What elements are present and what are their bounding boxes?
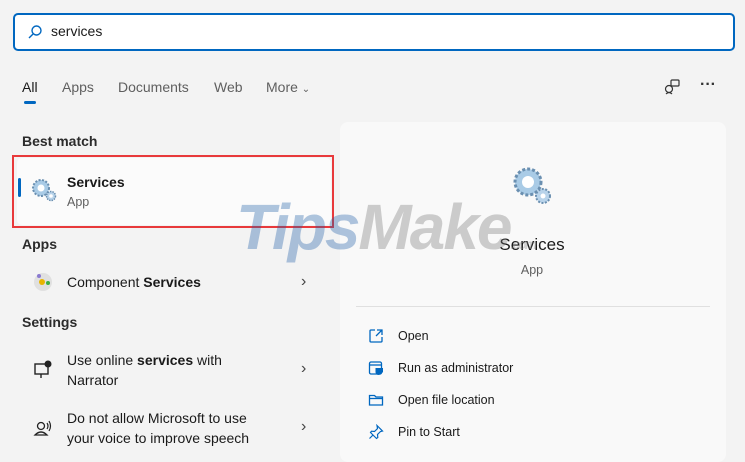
- feedback-icon[interactable]: [664, 78, 681, 95]
- component-services-icon: [34, 273, 52, 291]
- label-line2: your voice to improve speech: [67, 430, 250, 446]
- detail-panel: Services App Open Run as administrator O…: [340, 122, 726, 462]
- tab-all[interactable]: All: [22, 79, 38, 95]
- search-box[interactable]: [13, 13, 735, 51]
- tab-apps[interactable]: Apps: [62, 79, 94, 95]
- more-options-icon[interactable]: ···: [700, 76, 716, 94]
- label-post: with: [193, 352, 222, 368]
- action-label: Run as administrator: [398, 361, 514, 375]
- settings-heading: Settings: [22, 314, 78, 330]
- services-gear-icon: [513, 167, 551, 204]
- admin-shield-icon: [368, 361, 383, 375]
- highlight-box: [12, 155, 334, 228]
- action-label: Open file location: [398, 393, 495, 407]
- open-action[interactable]: Open: [368, 328, 429, 344]
- speech-icon: [33, 420, 52, 436]
- run-as-admin-action[interactable]: Run as administrator: [368, 360, 513, 376]
- list-item-speech[interactable]: Do not allow Microsoft to use your voice …: [67, 408, 249, 448]
- action-label: Pin to Start: [398, 425, 460, 439]
- best-match-heading: Best match: [22, 133, 98, 149]
- tab-more[interactable]: More ⌄: [266, 79, 310, 95]
- selection-indicator: [18, 178, 21, 197]
- chevron-right-icon[interactable]: ›: [301, 360, 306, 378]
- label-match: services: [137, 352, 194, 368]
- chevron-right-icon[interactable]: ›: [301, 418, 306, 436]
- tab-web[interactable]: Web: [214, 79, 243, 95]
- tab-documents[interactable]: Documents: [118, 79, 189, 95]
- open-icon: [369, 329, 383, 343]
- best-match-title: Services: [67, 174, 125, 190]
- label-match: Services: [143, 274, 201, 290]
- search-input[interactable]: [51, 23, 651, 39]
- label-line2: Narrator: [67, 372, 119, 388]
- action-label: Open: [398, 329, 429, 343]
- detail-title: Services: [499, 235, 565, 254]
- chevron-down-icon: ⌄: [301, 84, 311, 95]
- pin-to-start-action[interactable]: Pin to Start: [368, 424, 460, 440]
- folder-icon: [368, 394, 384, 406]
- search-icon: [28, 25, 42, 39]
- label-prefix: Component: [67, 274, 144, 290]
- detail-subtitle: App: [520, 263, 544, 277]
- tab-more-label: More: [266, 79, 298, 95]
- best-match-subtitle: App: [67, 195, 90, 209]
- pin-icon: [369, 424, 384, 440]
- divider: [356, 306, 710, 307]
- label-pre: Use online: [67, 352, 138, 368]
- label-line1: Do not allow Microsoft to use: [67, 410, 247, 426]
- apps-heading: Apps: [22, 236, 57, 252]
- active-tab-indicator: [24, 101, 36, 104]
- chevron-right-icon[interactable]: ›: [301, 273, 306, 291]
- narrator-icon: [34, 360, 52, 378]
- list-item-component-services[interactable]: Component Services: [67, 272, 201, 292]
- list-item-narrator[interactable]: Use online services with Narrator: [67, 350, 222, 390]
- open-file-location-action[interactable]: Open file location: [368, 392, 495, 408]
- services-gear-icon: [32, 179, 57, 202]
